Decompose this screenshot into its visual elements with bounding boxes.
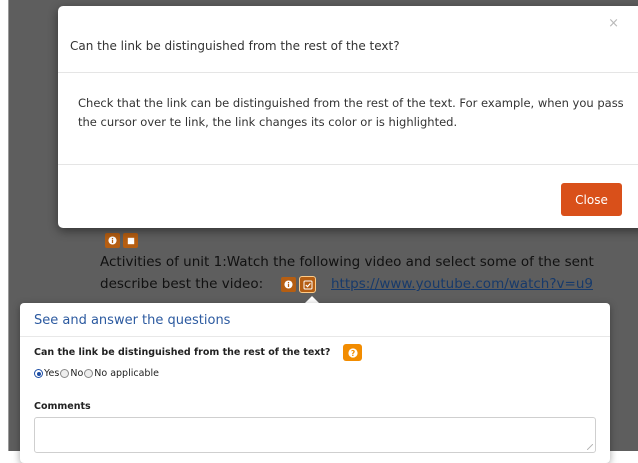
question-label: Can the link be distinguished from the r… [34, 347, 331, 358]
info-icon[interactable] [281, 277, 296, 292]
radio-not-applicable[interactable] [84, 369, 94, 378]
svg-text:?: ? [350, 348, 354, 357]
modal-divider [58, 72, 638, 73]
radio-not-applicable-label: No applicable [94, 368, 159, 379]
activity-text: Activities of unit 1:Watch the following… [100, 254, 594, 270]
answer-options: Yes No No applicable [34, 368, 159, 379]
stop-icon[interactable] [123, 233, 138, 248]
modal-title: Can the link be distinguished from the r… [70, 39, 400, 53]
resize-grip-icon[interactable] [587, 444, 593, 450]
radio-no-label: No [70, 368, 84, 379]
check-icon[interactable] [299, 276, 316, 293]
modal-dialog: × Can the link be distinguished from the… [58, 6, 638, 228]
popover-divider [20, 336, 610, 337]
comments-label: Comments [34, 401, 91, 412]
comments-textarea[interactable] [34, 417, 596, 453]
youtube-link[interactable]: https://www.youtube.com/watch?v=u9 [331, 273, 593, 295]
question-icon[interactable]: ? [343, 344, 362, 361]
modal-divider [58, 164, 638, 165]
modal-body: Check that the link can be distinguished… [78, 96, 624, 129]
radio-yes[interactable] [34, 369, 43, 378]
questions-popover: See and answer the questions Can the lin… [20, 303, 610, 463]
close-icon[interactable]: × [608, 17, 619, 30]
radio-no[interactable] [60, 369, 70, 378]
popover-title: See and answer the questions [34, 313, 231, 328]
activity-description: describe best the video: [100, 276, 264, 292]
info-icon[interactable] [105, 233, 120, 248]
radio-yes-label: Yes [44, 368, 60, 379]
close-button[interactable]: Close [561, 183, 622, 216]
